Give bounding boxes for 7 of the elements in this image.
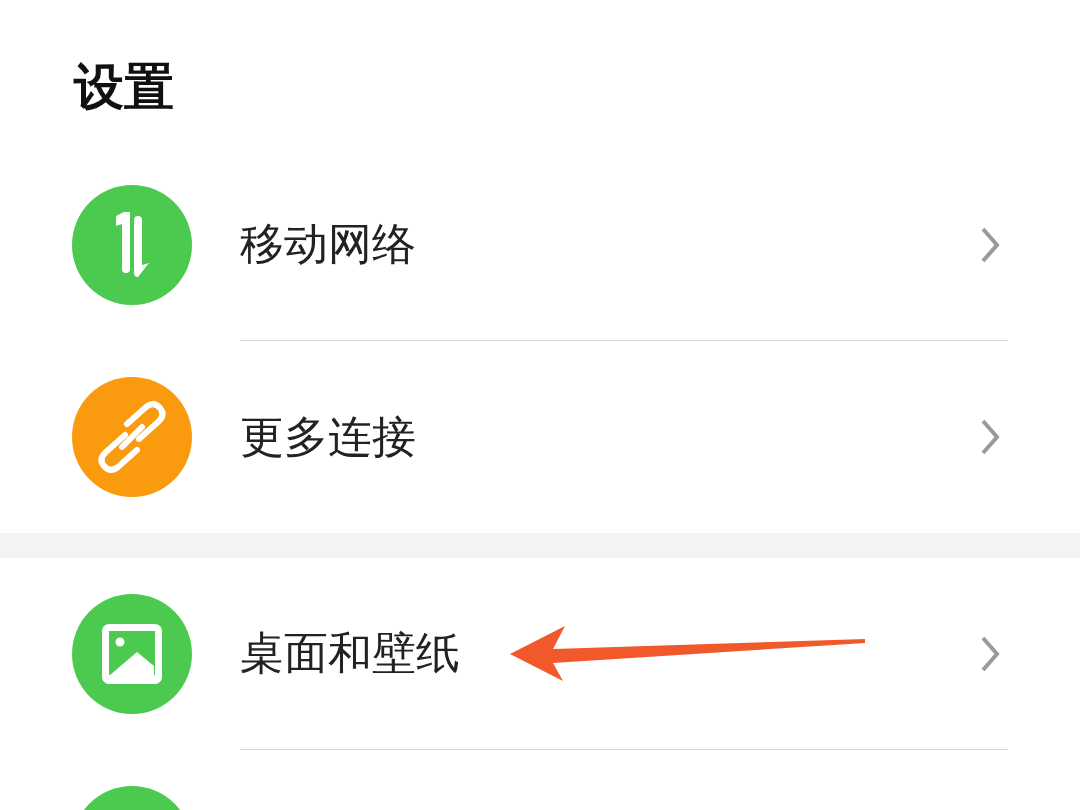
item-label: 移动网络: [240, 217, 416, 271]
item-label: 桌面和壁纸: [240, 626, 460, 680]
item-label: 更多连接: [240, 409, 416, 464]
settings-item[interactable]: 更多连接: [0, 341, 1080, 533]
settings-item[interactable]: 移动网络: [0, 149, 1080, 341]
page-title: 设置: [74, 58, 174, 116]
settings-item[interactable]: 桌面和壁纸: [0, 558, 1080, 750]
